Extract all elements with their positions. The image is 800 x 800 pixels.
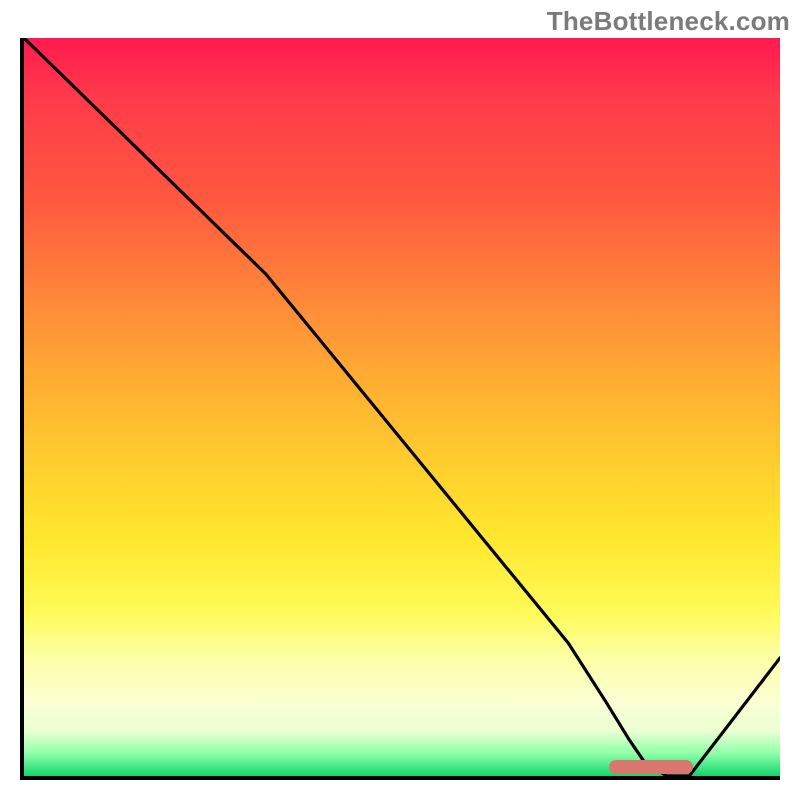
optimal-range-marker: [609, 760, 693, 774]
bottleneck-curve: [24, 38, 780, 776]
plot-area: [20, 38, 780, 780]
watermark-text: TheBottleneck.com: [547, 6, 790, 37]
